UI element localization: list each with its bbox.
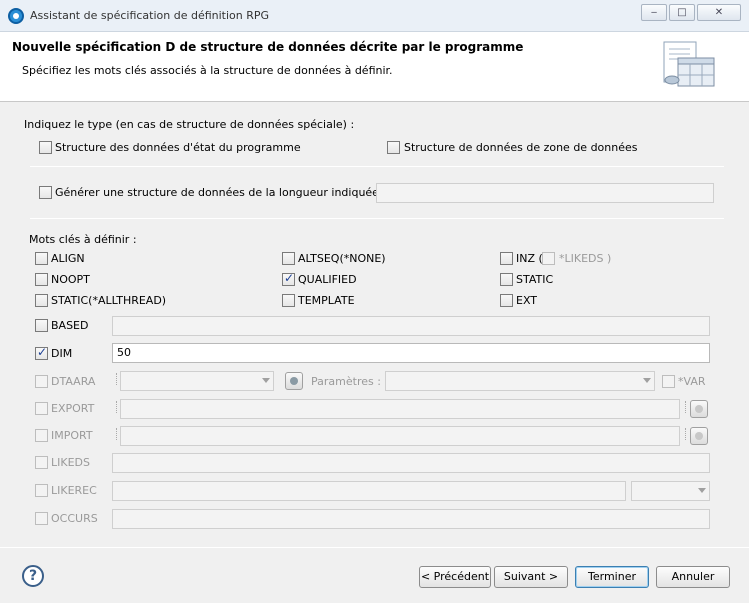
export-field[interactable] bbox=[120, 399, 680, 419]
likerec-checkbox[interactable] bbox=[35, 484, 48, 497]
length-field[interactable] bbox=[376, 183, 714, 203]
decoration-marker bbox=[685, 428, 687, 440]
document-table-icon bbox=[663, 41, 715, 87]
qualified-checkbox[interactable] bbox=[282, 271, 295, 286]
var-checkbox[interactable] bbox=[662, 375, 675, 388]
page-title: Nouvelle spécification D de structure de… bbox=[12, 40, 524, 54]
separator bbox=[30, 218, 724, 219]
ext-label: EXT bbox=[516, 294, 538, 307]
likeds-field[interactable] bbox=[112, 453, 710, 473]
next-button[interactable]: Suivant > bbox=[494, 566, 568, 588]
generate-length-checkbox[interactable] bbox=[39, 186, 52, 199]
decoration-marker bbox=[685, 401, 687, 413]
type-section-label: Indiquez le type (en cas de structure de… bbox=[24, 118, 355, 131]
footer-separator bbox=[0, 547, 749, 548]
dtaara-label: DTAARA bbox=[51, 375, 96, 388]
export-label: EXPORT bbox=[51, 402, 95, 415]
align-checkbox[interactable] bbox=[35, 252, 48, 265]
decoration-marker bbox=[116, 373, 118, 385]
keywords-label: Mots clés à définir : bbox=[29, 233, 137, 246]
inz-label: INZ ( bbox=[516, 252, 543, 265]
chevron-down-icon bbox=[262, 378, 270, 383]
likeds-checkbox[interactable] bbox=[35, 456, 48, 469]
align-label: ALIGN bbox=[51, 252, 85, 265]
static-allthread-label: STATIC(*ALLTHREAD) bbox=[51, 294, 167, 307]
likerec-label: LIKEREC bbox=[51, 484, 97, 497]
static-allthread-checkbox[interactable] bbox=[35, 294, 48, 307]
altseq-checkbox[interactable] bbox=[282, 252, 295, 265]
template-checkbox[interactable] bbox=[282, 294, 295, 307]
inz-likeds-label: *LIKEDS ) bbox=[559, 252, 612, 265]
dim-label: DIM bbox=[51, 347, 73, 360]
static-label: STATIC bbox=[516, 273, 554, 286]
data-area-label: Structure de données de zone de données bbox=[404, 141, 638, 154]
based-field[interactable] bbox=[112, 316, 710, 336]
inz-checkbox[interactable] bbox=[500, 252, 513, 265]
finish-button[interactable]: Terminer bbox=[575, 566, 649, 588]
import-field[interactable] bbox=[120, 426, 680, 446]
import-checkbox[interactable] bbox=[35, 429, 48, 442]
template-label: TEMPLATE bbox=[298, 294, 355, 307]
back-button[interactable]: < Précédent bbox=[419, 566, 491, 588]
window-title: Assistant de spécification de définition… bbox=[30, 9, 270, 22]
inz-likeds-checkbox[interactable] bbox=[542, 252, 555, 265]
dim-checkbox[interactable] bbox=[35, 345, 48, 360]
program-status-label: Structure des données d'état du programm… bbox=[55, 141, 301, 154]
page-subtitle: Spécifiez les mots clés associés à la st… bbox=[22, 64, 393, 77]
chevron-down-icon bbox=[643, 378, 651, 383]
occurs-checkbox[interactable] bbox=[35, 512, 48, 525]
close-button[interactable]: ✕ bbox=[697, 4, 741, 21]
help-icon[interactable]: ? bbox=[22, 565, 44, 587]
likerec-field[interactable] bbox=[112, 481, 626, 501]
generate-length-label: Générer une structure de données de la l… bbox=[55, 186, 379, 199]
cancel-button[interactable]: Annuler bbox=[656, 566, 730, 588]
program-status-checkbox[interactable] bbox=[39, 141, 52, 154]
decoration-marker bbox=[116, 401, 118, 413]
based-label: BASED bbox=[51, 319, 89, 332]
decoration-marker bbox=[116, 428, 118, 440]
noopt-checkbox[interactable] bbox=[35, 273, 48, 286]
app-icon bbox=[8, 8, 24, 24]
separator bbox=[30, 166, 724, 167]
minimize-button[interactable]: ‒ bbox=[641, 4, 667, 21]
var-label: *VAR bbox=[678, 375, 706, 388]
qualified-label: QUALIFIED bbox=[298, 273, 357, 286]
chevron-down-icon bbox=[698, 488, 706, 493]
likeds-label: LIKEDS bbox=[51, 456, 90, 469]
data-area-checkbox[interactable] bbox=[387, 141, 400, 154]
dim-field[interactable]: 50 bbox=[112, 343, 710, 363]
export-checkbox[interactable] bbox=[35, 402, 48, 415]
dtaara-checkbox[interactable] bbox=[35, 375, 48, 388]
import-label: IMPORT bbox=[51, 429, 93, 442]
based-checkbox[interactable] bbox=[35, 319, 48, 332]
static-checkbox[interactable] bbox=[500, 273, 513, 286]
dtaara-browse-button[interactable] bbox=[285, 372, 303, 390]
ext-checkbox[interactable] bbox=[500, 294, 513, 307]
dtaara-combo[interactable] bbox=[120, 371, 274, 391]
occurs-field[interactable] bbox=[112, 509, 710, 529]
noopt-label: NOOPT bbox=[51, 273, 90, 286]
export-browse-button[interactable] bbox=[690, 400, 708, 418]
import-browse-button[interactable] bbox=[690, 427, 708, 445]
maximize-button[interactable]: □ bbox=[669, 4, 695, 21]
likerec-combo[interactable] bbox=[631, 481, 710, 501]
dtaara-params-combo[interactable] bbox=[385, 371, 655, 391]
occurs-label: OCCURS bbox=[51, 512, 98, 525]
altseq-label: ALTSEQ(*NONE) bbox=[298, 252, 386, 265]
dtaara-params-label: Paramètres : bbox=[311, 375, 381, 388]
